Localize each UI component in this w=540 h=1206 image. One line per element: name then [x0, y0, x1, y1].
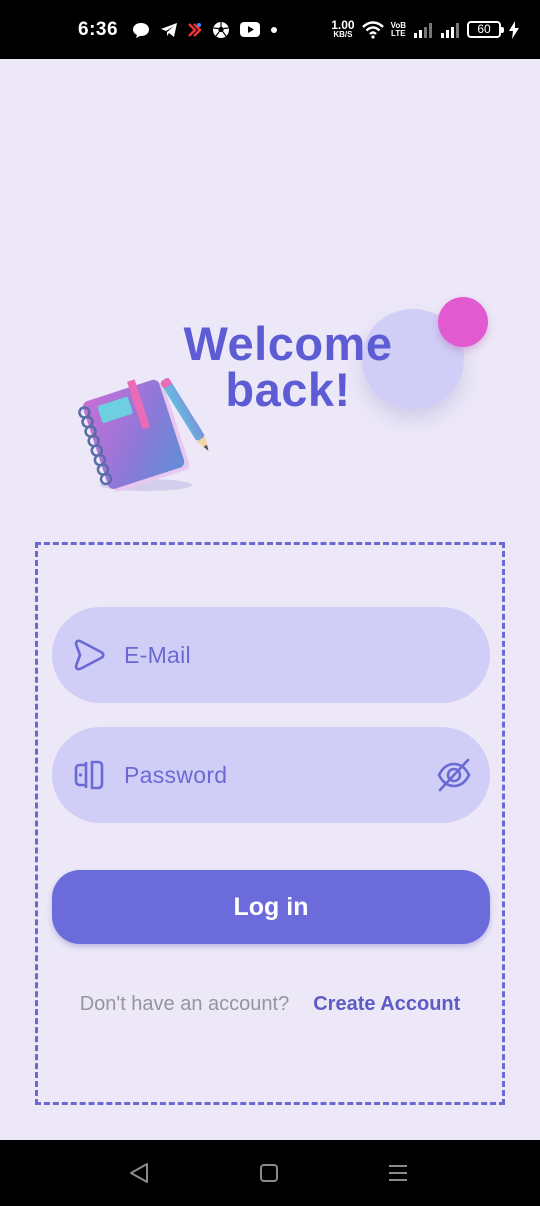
decorative-dot — [438, 297, 488, 347]
back-icon[interactable] — [128, 1162, 150, 1184]
create-account-link[interactable]: Create Account — [313, 993, 460, 1016]
login-button[interactable]: Log in — [52, 870, 490, 944]
status-bar: 6:36 1.00 KB/S VoB LTE 60 — [0, 0, 540, 59]
battery-icon: 60 — [467, 21, 504, 38]
notebook-illustration — [78, 378, 209, 492]
no-account-text: Don't have an account? — [79, 993, 290, 1015]
youtube-icon — [240, 22, 261, 37]
password-input-icon — [72, 758, 106, 792]
volte-indicator: VoB LTE — [390, 20, 406, 38]
signal-icon — [414, 22, 432, 38]
telegram-icon — [161, 22, 178, 37]
eye-off-icon[interactable] — [436, 758, 472, 792]
network-speed: 1.00 KB/S — [331, 17, 355, 39]
chat-bubble-icon — [133, 22, 150, 38]
charging-icon — [509, 20, 519, 39]
password-placeholder: Password — [124, 761, 228, 788]
email-field[interactable]: E-Mail — [52, 607, 490, 703]
signal-icon — [441, 22, 459, 38]
notification-icons — [132, 21, 278, 39]
navigation-bar — [0, 1140, 540, 1206]
football-icon — [213, 21, 230, 38]
app-notification-icon — [188, 22, 202, 37]
password-field[interactable]: Password — [52, 727, 490, 823]
recents-icon[interactable] — [387, 1162, 409, 1184]
home-icon[interactable] — [258, 1162, 280, 1184]
signup-row: Don't have an account? Create Account — [38, 993, 502, 1016]
wifi-icon — [361, 20, 384, 39]
system-icons: 1.00 KB/S VoB LTE 60 — [331, 17, 520, 40]
status-time: 6:36 — [78, 18, 119, 40]
email-placeholder: E-Mail — [124, 641, 191, 668]
login-form: E-Mail Password Log in Don't have an acc… — [35, 542, 505, 1105]
send-icon — [72, 638, 106, 672]
dot-icon — [271, 26, 278, 33]
hero-section: Welcome back! — [0, 59, 540, 529]
